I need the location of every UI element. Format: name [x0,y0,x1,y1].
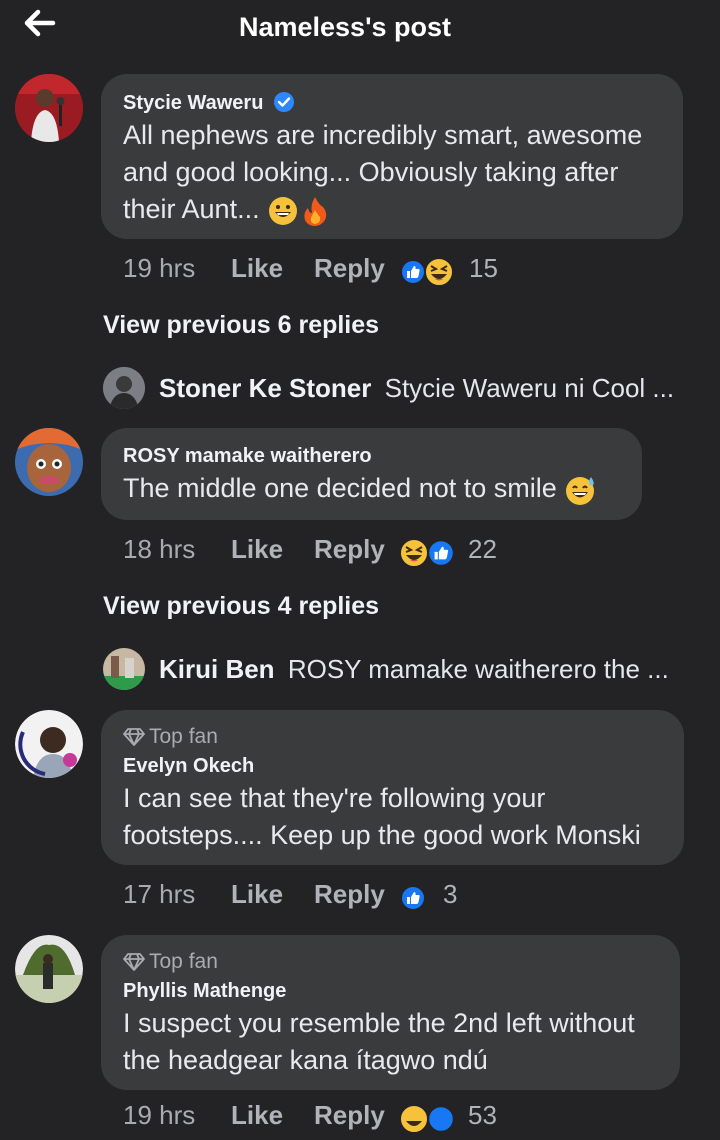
comment-author[interactable]: Stycie Waweru [123,91,295,115]
laugh-reaction-icon [424,257,454,287]
reply-author: Kirui Ben [159,654,275,684]
diamond-icon [123,728,145,746]
like-reaction-icon [427,1105,455,1133]
avatar[interactable] [15,935,83,1003]
avatar[interactable] [15,74,83,142]
reaction-count: 3 [443,879,458,909]
avatar [103,367,145,409]
comment-time[interactable]: 19 hrs [123,1100,195,1131]
comment-text: The middle one decided not to smile [123,470,643,507]
comment-time[interactable]: 19 hrs [123,253,195,284]
like-button[interactable]: Like [231,534,283,565]
comment-actions: 18 hrs Like Reply 22 [123,534,683,574]
like-button[interactable]: Like [231,1100,283,1131]
reply-button[interactable]: Reply [314,879,385,910]
reply-button[interactable]: Reply [314,534,385,565]
reply-author: Stoner Ke Stoner [159,373,372,403]
reply-button[interactable]: Reply [314,1100,385,1131]
avatar [103,648,145,690]
comment-actions: 19 hrs Like Reply 15 [123,253,683,293]
reaction-count: 53 [468,1100,497,1130]
comment-actions: 17 hrs Like Reply 3 [123,879,683,919]
like-button[interactable]: Like [231,253,283,284]
reaction-count: 15 [469,253,498,283]
top-fan-badge: Top fan [123,950,218,974]
grinning-face-icon [269,196,298,225]
comment-author[interactable]: Evelyn Okech [123,755,254,778]
avatar[interactable] [15,710,83,778]
comment-text: All nephews are incredibly smart, awesom… [123,117,673,228]
diamond-icon [123,953,145,971]
comment-time[interactable]: 17 hrs [123,879,195,910]
grinning-sweat-icon [566,476,595,505]
fire-icon [304,196,327,226]
comment-bubble: ROSY mamake waitherero The middle one de… [101,428,642,520]
top-fan-badge: Top fan [123,725,218,749]
page-title: Nameless's post [238,12,452,42]
reaction-count: 22 [468,534,497,564]
view-previous-replies[interactable]: View previous 4 replies [103,592,379,621]
view-previous-replies[interactable]: View previous 6 replies [103,311,379,340]
comment-bubble: Top fan Phyllis Mathenge I suspect you r… [101,935,680,1090]
like-button[interactable]: Like [231,879,283,910]
avatar[interactable] [15,428,83,496]
comment-author[interactable]: Phyllis Mathenge [123,980,286,1003]
comment-author[interactable]: ROSY mamake waitherero [123,445,372,468]
comment-actions: 19 hrs Like Reply 53 [123,1100,683,1140]
comment-text: I can see that they're following your fo… [123,783,641,850]
top-bar: Nameless's post [0,0,720,56]
reply-snippet: ROSY mamake waitherero the ... [287,654,669,684]
reply-snippet: Stycie Waweru ni Cool ... [384,373,675,403]
comment-bubble: Top fan Evelyn Okech I can see that they… [101,710,684,865]
like-reaction-icon [427,539,455,567]
comment-time[interactable]: 18 hrs [123,534,195,565]
comment-bubble: Stycie Waweru All nephews are incredibly… [101,74,683,239]
verified-badge-icon [273,92,294,112]
like-reaction-icon [400,885,426,911]
reply-button[interactable]: Reply [314,253,385,284]
comment-text: I suspect you resemble the 2nd left with… [123,1008,635,1075]
